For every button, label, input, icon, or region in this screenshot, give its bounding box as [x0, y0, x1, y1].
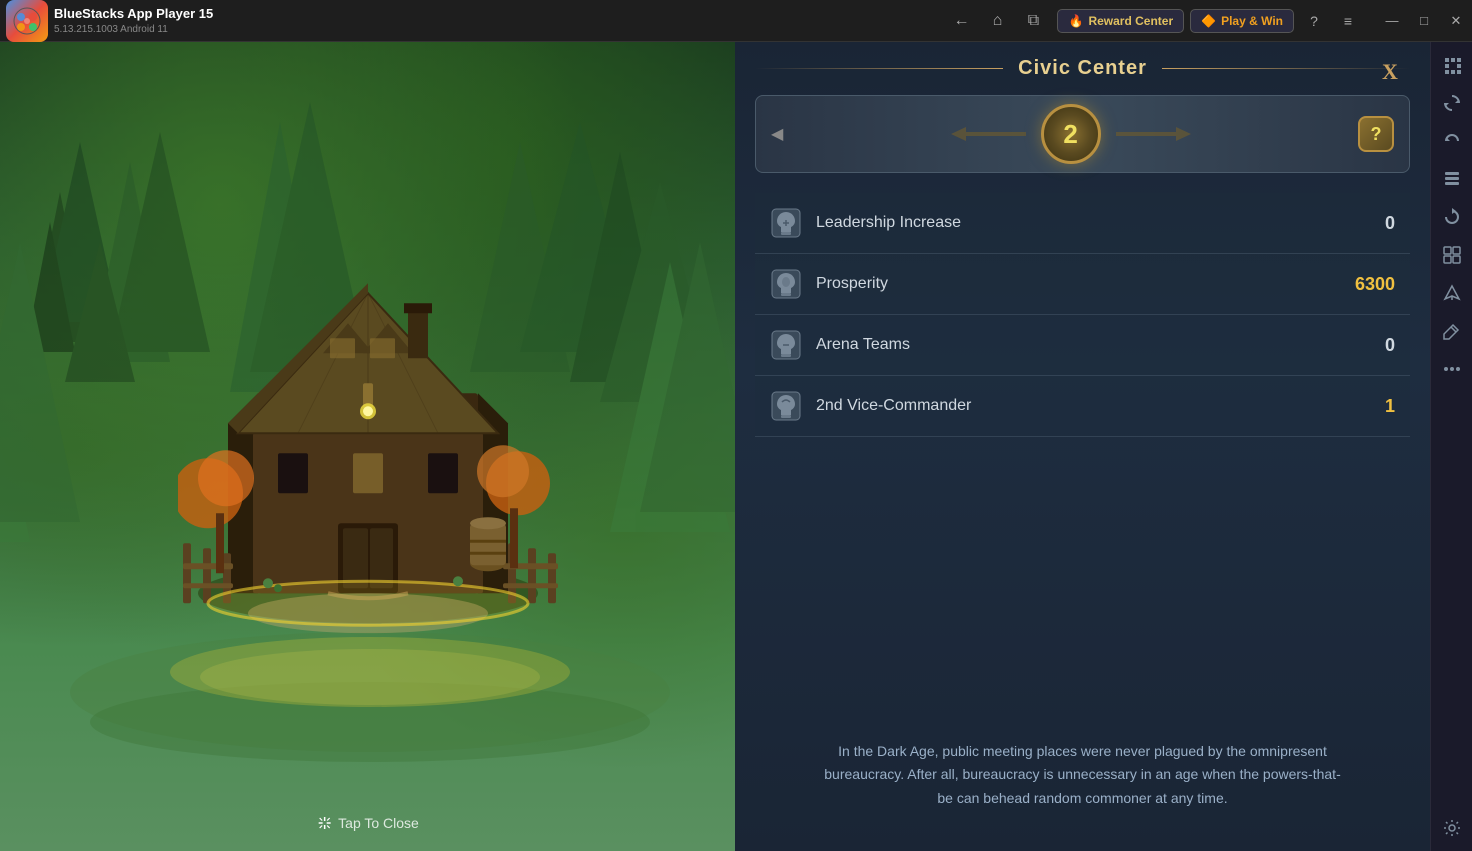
stat-row-prosperity[interactable]: Prosperity 6300: [755, 254, 1410, 315]
arena-teams-value: 0: [1345, 335, 1395, 356]
game-area[interactable]: Tap To Close: [0, 42, 735, 851]
leadership-increase-value: 0: [1345, 213, 1395, 234]
sidebar-refresh-icon[interactable]: [1434, 199, 1470, 235]
nav-buttons: ← ⌂ ⧉: [945, 5, 1049, 37]
level-badge-row: ◀ 2 ?: [755, 95, 1410, 173]
window-close-button[interactable]: ✕: [1440, 5, 1472, 37]
sidebar-expand-icon[interactable]: [1434, 47, 1470, 83]
stat-row-leadership[interactable]: Leadership Increase 0: [755, 193, 1410, 254]
panel-close-button[interactable]: X: [1370, 52, 1410, 92]
prosperity-icon: [770, 268, 802, 300]
recent-button[interactable]: ⧉: [1017, 5, 1049, 37]
level-prev-button[interactable]: ◀: [771, 124, 783, 144]
sidebar-rotate-icon[interactable]: [1434, 85, 1470, 121]
play-win-button[interactable]: 🔶 Play & Win: [1190, 9, 1294, 33]
sidebar-grid-icon[interactable]: [1434, 237, 1470, 273]
civic-panel-content: Civic Center X ◀ 2 ?: [735, 42, 1430, 851]
vice-commander-label: 2nd Vice-Commander: [816, 397, 1345, 415]
civic-center-building: [178, 213, 558, 638]
prosperity-value: 6300: [1345, 274, 1395, 295]
sidebar-airplane-icon[interactable]: [1434, 275, 1470, 311]
help-button[interactable]: ?: [1300, 7, 1328, 35]
reward-center-label: Reward Center: [1088, 14, 1173, 28]
stat-row-arena[interactable]: Arena Teams 0: [755, 315, 1410, 376]
tap-to-close-label[interactable]: Tap To Close: [316, 815, 419, 831]
home-button[interactable]: ⌂: [981, 5, 1013, 37]
window-controls: — □ ✕: [1376, 5, 1472, 37]
sidebar-settings-icon[interactable]: [1434, 810, 1470, 846]
vice-commander-icon: [770, 390, 802, 422]
sidebar-layers-icon[interactable]: [1434, 161, 1470, 197]
leadership-icon: [770, 207, 802, 239]
right-sidebar: [1430, 42, 1472, 851]
sidebar-more-icon[interactable]: [1434, 351, 1470, 387]
stat-row-vice-commander[interactable]: 2nd Vice-Commander 1: [755, 376, 1410, 437]
panel-title-bar: Civic Center X: [755, 57, 1410, 80]
titlebar: BlueStacks App Player 15 5.13.215.1003 A…: [0, 0, 1472, 42]
sidebar-undo-icon[interactable]: [1434, 123, 1470, 159]
minimize-button[interactable]: —: [1376, 5, 1408, 37]
description-box: In the Dark Age, public meeting places w…: [803, 715, 1363, 836]
prosperity-label: Prosperity: [816, 275, 1345, 293]
vice-commander-value: 1: [1345, 396, 1395, 417]
play-icon: 🔶: [1201, 14, 1216, 28]
menu-button[interactable]: ≡: [1334, 7, 1362, 35]
reward-center-button[interactable]: 🔥 Reward Center: [1057, 9, 1184, 33]
play-win-label: Play & Win: [1221, 14, 1283, 28]
description-text: In the Dark Age, public meeting places w…: [824, 743, 1340, 807]
title-line-left: [755, 68, 1003, 69]
help-badge-button[interactable]: ?: [1358, 116, 1394, 152]
panel-title: Civic Center: [1003, 57, 1162, 80]
app-title: BlueStacks App Player 15 5.13.215.1003 A…: [54, 6, 945, 35]
leadership-increase-label: Leadership Increase: [816, 214, 1345, 232]
arena-icon: [770, 329, 802, 361]
toolbar-right: 🔥 Reward Center 🔶 Play & Win ? ≡: [1057, 7, 1362, 35]
back-button[interactable]: ←: [945, 5, 977, 37]
maximize-button[interactable]: □: [1408, 5, 1440, 37]
civic-center-panel: Civic Center X ◀ 2 ?: [735, 42, 1430, 851]
app-icon: [6, 0, 48, 42]
stats-container: Leadership Increase 0 Prosperity 6300: [755, 193, 1410, 715]
arena-teams-label: Arena Teams: [816, 336, 1345, 354]
reward-icon: 🔥: [1068, 14, 1083, 28]
level-badge: 2: [1041, 104, 1101, 164]
sidebar-edit-icon[interactable]: [1434, 313, 1470, 349]
